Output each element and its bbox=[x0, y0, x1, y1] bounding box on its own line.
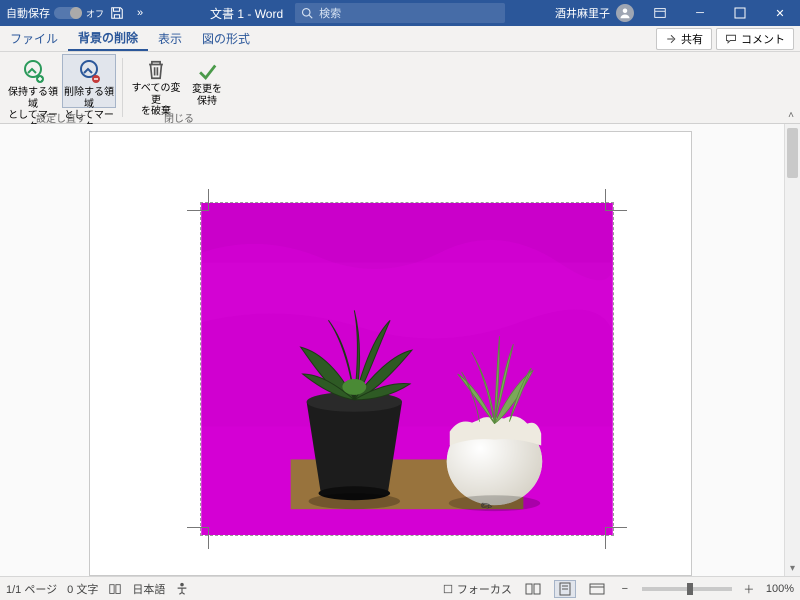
minimize-button[interactable]: ─ bbox=[680, 0, 720, 26]
accessibility-button[interactable] bbox=[175, 582, 189, 596]
comment-button[interactable]: コメント bbox=[716, 28, 794, 50]
chevron-up-icon: ˄ bbox=[788, 110, 794, 121]
scrollbar-thumb[interactable] bbox=[787, 128, 798, 178]
autosave-toggle[interactable]: 自動保存 オフ bbox=[0, 5, 110, 21]
discard-all-changes-button[interactable]: すべての変更を破棄 bbox=[129, 54, 183, 108]
proofing-button[interactable] bbox=[108, 582, 122, 596]
share-icon bbox=[665, 33, 677, 45]
close-button[interactable]: ✕ bbox=[760, 0, 800, 26]
maximize-icon bbox=[734, 7, 746, 19]
tab-view[interactable]: 表示 bbox=[148, 26, 192, 51]
tab-background-removal[interactable]: 背景の削除 bbox=[68, 26, 148, 51]
zoom-level[interactable]: 100% bbox=[766, 583, 794, 595]
search-icon bbox=[301, 7, 313, 19]
language[interactable]: 日本語 bbox=[132, 581, 165, 597]
page-count[interactable]: 1/1 ページ bbox=[6, 581, 57, 597]
checkmark-icon bbox=[194, 59, 220, 82]
ribbon-group-close: すべての変更を破棄 変更を保持 閉じる bbox=[123, 52, 235, 123]
crop-handle-bl[interactable] bbox=[187, 527, 209, 549]
ribbon-group-refine: 保持する領域としてマーク 削除する領域としてマーク 設定し直す bbox=[0, 52, 122, 123]
trash-icon bbox=[143, 59, 169, 81]
focus-mode-button[interactable]: フォーカス bbox=[442, 581, 512, 597]
toggle-switch-icon bbox=[54, 7, 82, 19]
zoom-in-button[interactable]: ＋ bbox=[742, 581, 756, 597]
zoom-out-button[interactable]: − bbox=[618, 583, 632, 595]
user-account[interactable]: 酒井麻里子 bbox=[549, 4, 640, 22]
autosave-state: オフ bbox=[86, 7, 104, 20]
document-title: 文書 1 - Word bbox=[210, 5, 283, 22]
web-layout-button[interactable] bbox=[586, 580, 608, 598]
read-mode-icon bbox=[525, 583, 541, 595]
crop-handle-br[interactable] bbox=[605, 527, 627, 549]
search-placeholder: 検索 bbox=[319, 5, 341, 21]
ribbon-options-icon bbox=[653, 6, 667, 20]
ribbon: 保持する領域としてマーク 削除する領域としてマーク 設定し直す すべての変更を破… bbox=[0, 52, 800, 124]
ribbon-display-options[interactable] bbox=[640, 0, 680, 26]
comment-label: コメント bbox=[741, 31, 785, 47]
close-icon: ✕ bbox=[775, 7, 784, 20]
book-icon bbox=[108, 582, 122, 596]
mark-areas-to-keep-button[interactable]: 保持する領域としてマーク bbox=[6, 54, 60, 108]
print-layout-icon bbox=[558, 582, 572, 596]
share-button[interactable]: 共有 bbox=[656, 28, 712, 50]
print-layout-button[interactable] bbox=[554, 580, 576, 598]
collapse-ribbon-button[interactable]: ˄ bbox=[782, 52, 800, 123]
scroll-down-icon[interactable]: ▾ bbox=[785, 563, 800, 574]
web-layout-icon bbox=[589, 583, 605, 595]
quick-access-more[interactable]: » bbox=[130, 7, 150, 19]
crop-handle-tl[interactable] bbox=[187, 189, 209, 211]
mark-areas-to-remove-button[interactable]: 削除する領域としてマーク bbox=[62, 54, 116, 108]
tab-picture-format[interactable]: 図の形式 bbox=[192, 26, 260, 51]
tab-file[interactable]: ファイル bbox=[0, 26, 68, 51]
minimize-icon: ─ bbox=[696, 7, 704, 19]
keep-changes-button[interactable]: 変更を保持 bbox=[185, 54, 229, 108]
document-area: ✎ ▾ bbox=[0, 124, 800, 576]
zoom-slider-knob[interactable] bbox=[687, 583, 693, 595]
titlebar: 自動保存 オフ » 文書 1 - Word 検索 酒井麻里子 ─ ✕ bbox=[0, 0, 800, 26]
person-icon bbox=[619, 7, 631, 19]
focus-icon bbox=[442, 583, 454, 595]
pencil-minus-icon bbox=[76, 59, 102, 85]
search-box[interactable]: 検索 bbox=[295, 3, 505, 23]
save-button[interactable] bbox=[110, 6, 130, 20]
save-icon bbox=[110, 6, 124, 20]
user-name: 酒井麻里子 bbox=[555, 5, 610, 21]
maximize-button[interactable] bbox=[720, 0, 760, 26]
share-label: 共有 bbox=[681, 31, 703, 47]
crop-handle-tr[interactable] bbox=[605, 189, 627, 211]
selected-image[interactable]: ✎ bbox=[200, 202, 614, 536]
comment-icon bbox=[725, 33, 737, 45]
status-bar: 1/1 ページ 0 文字 日本語 フォーカス − ＋ 100% bbox=[0, 576, 800, 600]
pencil-plus-icon bbox=[20, 59, 46, 85]
zoom-slider[interactable] bbox=[642, 587, 732, 591]
autosave-label: 自動保存 bbox=[6, 5, 50, 21]
read-mode-button[interactable] bbox=[522, 580, 544, 598]
keep-label: 変更を保持 bbox=[192, 84, 222, 107]
image-content bbox=[201, 203, 613, 535]
vertical-scrollbar[interactable]: ▾ bbox=[784, 124, 800, 576]
accessibility-icon bbox=[175, 582, 189, 596]
focus-label: フォーカス bbox=[457, 581, 512, 597]
word-count[interactable]: 0 文字 bbox=[67, 581, 98, 597]
tab-strip: ファイル 背景の削除 表示 図の形式 共有 コメント bbox=[0, 26, 800, 52]
chevron-right-icon: » bbox=[137, 7, 143, 19]
avatar bbox=[616, 4, 634, 22]
page[interactable]: ✎ bbox=[89, 131, 692, 576]
